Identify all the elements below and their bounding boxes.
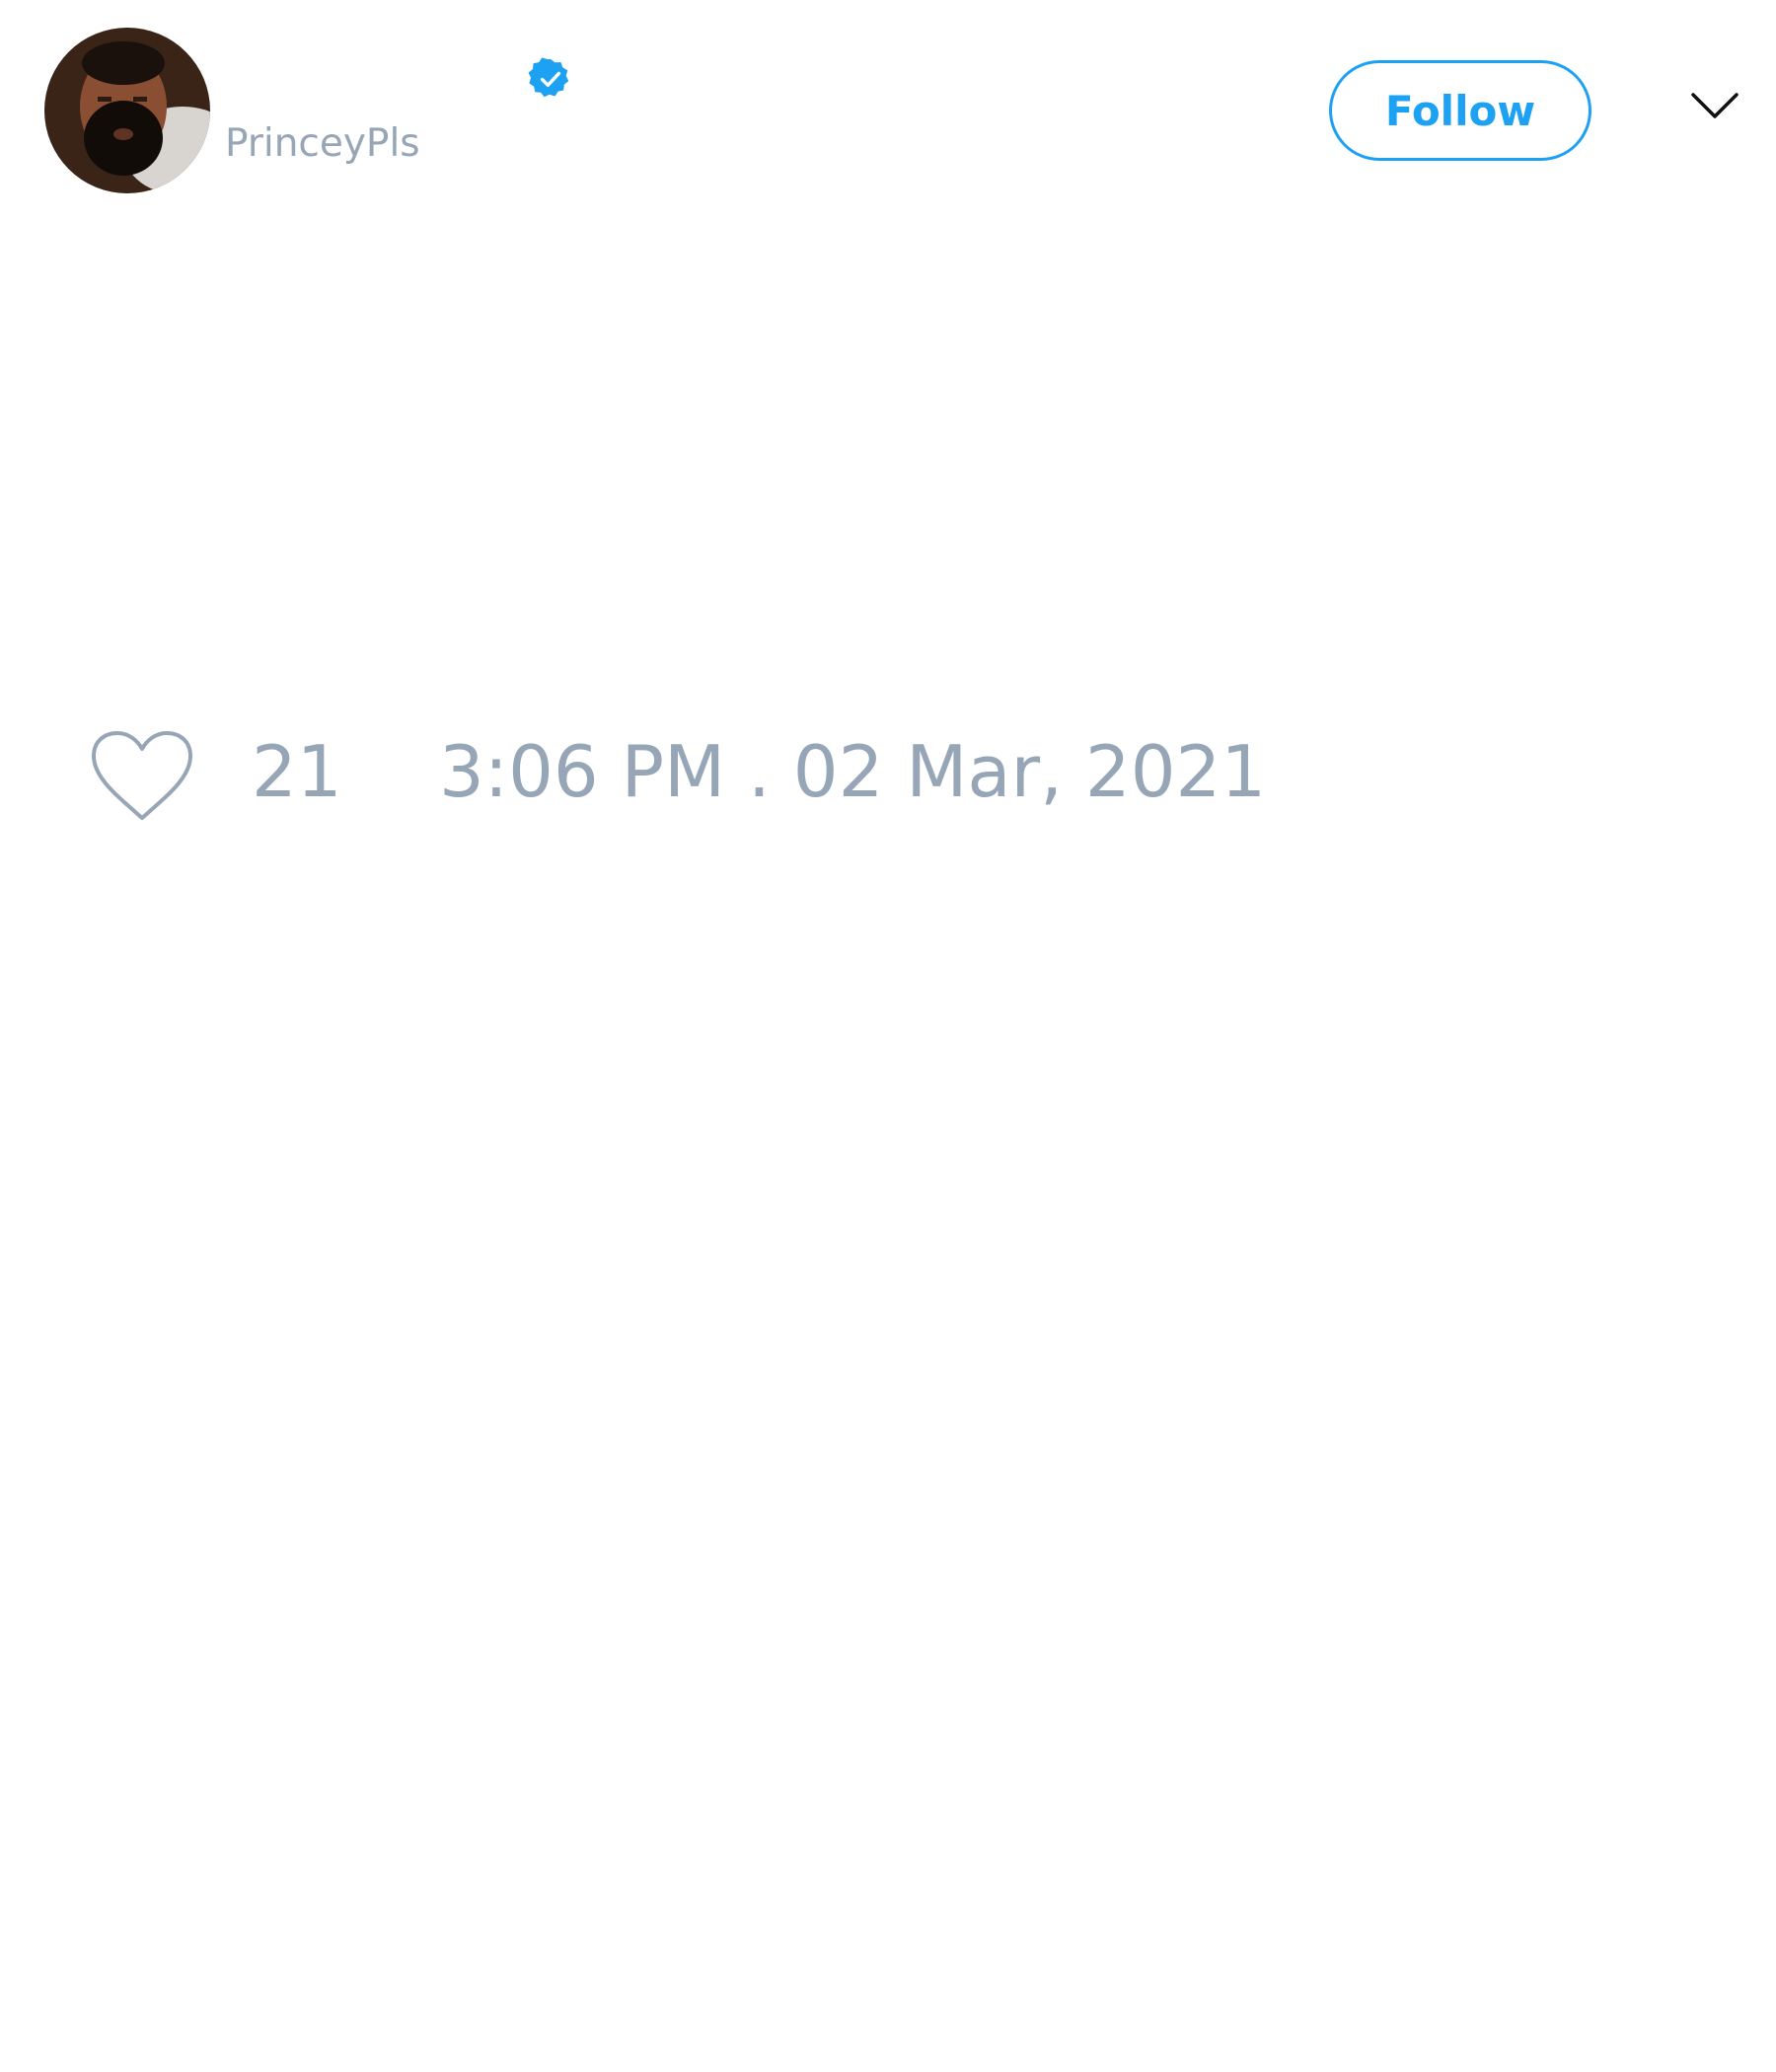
follow-button[interactable]: Follow xyxy=(1329,60,1591,161)
author-handle[interactable]: PrinceyPls xyxy=(225,124,420,163)
verified-badge-icon xyxy=(528,56,573,102)
like-count: 21 xyxy=(252,730,342,813)
heart-icon[interactable] xyxy=(89,728,195,825)
tweet-timestamp[interactable]: 3:06 PM . 02 Mar, 2021 xyxy=(439,736,1266,807)
chevron-down-icon[interactable] xyxy=(1689,91,1740,122)
avatar[interactable] xyxy=(44,28,210,193)
